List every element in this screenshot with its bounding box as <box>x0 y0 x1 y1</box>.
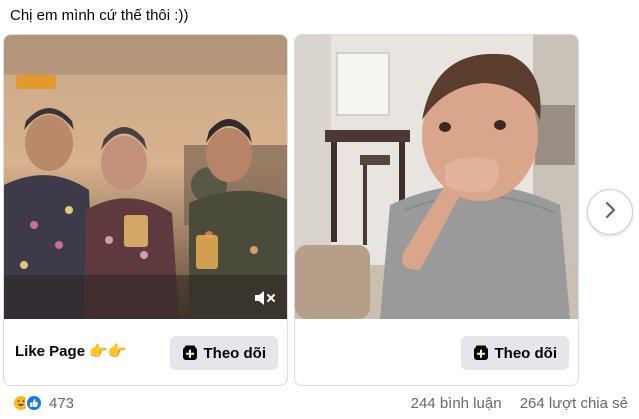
muted-speaker-icon[interactable] <box>253 288 277 308</box>
reaction-summary[interactable]: 473 <box>12 394 74 412</box>
carousel-next-button[interactable] <box>587 189 633 235</box>
share-count-link[interactable]: 264 lượt chia sẻ <box>520 395 628 412</box>
post-caption: Chị em mình cứ thế thôi :)) <box>10 7 189 24</box>
follow-button-label: Theo dõi <box>494 344 558 362</box>
follow-plus-icon <box>473 345 489 361</box>
video-card-grandmas[interactable]: Like Page 👉👉 Theo dõi <box>3 34 288 386</box>
follow-plus-icon <box>182 345 198 361</box>
reaction-count: 473 <box>49 394 75 412</box>
follow-button-label: Theo dõi <box>203 344 267 362</box>
engagement-stats: 244 bình luận 264 lượt chia sẻ <box>397 395 628 412</box>
card-footer: Like Page 👉👉 Theo dõi <box>4 319 287 385</box>
comment-count-link[interactable]: 244 bình luận <box>411 395 502 412</box>
card-footer: Theo dõi <box>295 319 578 385</box>
video-thumbnail-toddler-blowing-kiss[interactable] <box>295 35 578 319</box>
follow-button[interactable]: Theo dõi <box>460 336 569 370</box>
video-card-toddler[interactable]: Theo dõi <box>294 34 579 386</box>
like-page-label[interactable]: Like Page 👉👉 <box>15 342 127 360</box>
chevron-right-icon <box>603 200 617 225</box>
like-icon <box>25 394 43 412</box>
follow-button[interactable]: Theo dõi <box>169 336 278 370</box>
video-thumbnail-laughing-women[interactable] <box>4 35 287 319</box>
